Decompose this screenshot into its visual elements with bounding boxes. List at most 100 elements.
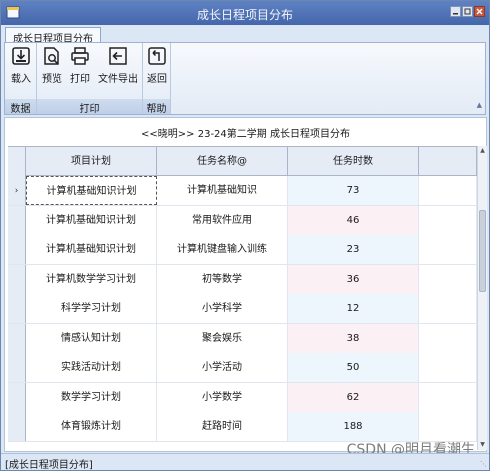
row-header[interactable] (8, 294, 26, 323)
row-header[interactable] (8, 235, 26, 264)
row-header[interactable] (8, 382, 26, 412)
preview-icon (44, 47, 59, 65)
current-row-indicator-icon: › (14, 186, 19, 196)
cell-task[interactable]: 初等数学 (157, 264, 288, 294)
scroll-up-icon[interactable]: ▲ (478, 146, 487, 156)
load-label: 载入 (11, 74, 31, 85)
table-row[interactable]: › 计算机基础知识计划 计算机基础知识 73 (8, 176, 477, 206)
cell-plan[interactable]: 实践活动计划 (26, 353, 157, 382)
column-header-task[interactable]: 任务名称@ (157, 147, 288, 176)
ribbon-collapse-icon[interactable]: ▲ (477, 101, 482, 109)
cell-filler (419, 176, 477, 205)
cell-hours[interactable]: 188 (288, 412, 419, 441)
vertical-scrollbar[interactable]: ▲ ▼ (477, 146, 487, 450)
group-label-data: 数据 (5, 99, 36, 115)
cell-filler (419, 294, 477, 323)
minimize-button[interactable] (450, 6, 461, 17)
printer-icon (71, 47, 89, 65)
cell-task[interactable]: 聚会娱乐 (157, 323, 288, 353)
cell-hours[interactable]: 46 (288, 205, 419, 235)
status-text: [成长日程项目分布] (5, 460, 93, 471)
cell-hours[interactable]: 62 (288, 382, 419, 412)
report-panel: <<晓明>> 23-24第二学期 成长日程项目分布 项目计划 任务名称@ 任务时… (4, 117, 487, 452)
cell-task[interactable]: 小学活动 (157, 353, 288, 382)
status-bar: [成长日程项目分布] ⋱ (1, 453, 489, 471)
row-header[interactable] (8, 353, 26, 382)
ribbon: 载入 数据 预览 打印 文件导出 打印 返回 帮助 ▲ (4, 42, 486, 115)
resize-grip-icon[interactable]: ⋱ (480, 460, 487, 468)
column-header-hours[interactable]: 任务时数 (288, 147, 419, 176)
cell-hours[interactable]: 36 (288, 264, 419, 294)
table-row[interactable]: 情感认知计划 聚会娱乐 38 (8, 323, 477, 353)
table-row[interactable]: 计算机基础知识计划 常用软件应用 46 (8, 205, 477, 235)
return-button[interactable]: 返回 (145, 46, 169, 90)
close-icon (476, 8, 483, 15)
column-header-plan[interactable]: 项目计划 (26, 147, 157, 176)
row-header[interactable] (8, 264, 26, 294)
table-row[interactable]: 体育锻炼计划 赶路时间 188 (8, 412, 477, 442)
cell-plan[interactable]: 科学学习计划 (26, 294, 157, 323)
cell-plan[interactable]: 计算机基础知识计划 (26, 205, 157, 235)
ribbon-group-help: 返回 帮助 (143, 43, 171, 115)
row-header[interactable]: › (8, 176, 26, 205)
maximize-button[interactable] (462, 6, 473, 17)
export-label: 文件导出 (98, 74, 138, 85)
export-button[interactable]: 文件导出 (95, 46, 141, 90)
preview-button[interactable]: 预览 (40, 46, 64, 90)
table-row[interactable]: 计算机数学学习计划 初等数学 36 (8, 264, 477, 294)
cell-hours[interactable]: 23 (288, 235, 419, 264)
cell-task[interactable]: 常用软件应用 (157, 205, 288, 235)
cell-filler (419, 412, 477, 441)
cell-task[interactable]: 赶路时间 (157, 412, 288, 441)
column-header-filler (419, 147, 477, 176)
cell-task[interactable]: 计算机基础知识 (157, 176, 288, 205)
title-bar[interactable]: 成长日程项目分布 (1, 1, 489, 25)
cell-filler (419, 264, 477, 294)
scroll-down-icon[interactable]: ▼ (478, 440, 487, 450)
cell-filler (419, 353, 477, 382)
cell-hours[interactable]: 73 (288, 176, 419, 205)
group-label-help: 帮助 (143, 99, 170, 115)
data-grid: 项目计划 任务名称@ 任务时数 › 计算机基础知识计划 计算机基础知识 73 计… (8, 146, 477, 450)
window-title: 成长日程项目分布 (196, 8, 293, 22)
cell-plan[interactable]: 计算机基础知识计划 (26, 235, 157, 264)
cell-hours[interactable]: 50 (288, 353, 419, 382)
close-button[interactable] (474, 6, 485, 17)
export-icon (109, 47, 127, 65)
ribbon-group-data: 载入 数据 (5, 43, 37, 115)
row-header[interactable] (8, 323, 26, 353)
preview-label: 预览 (42, 74, 62, 85)
header-corner[interactable] (8, 147, 26, 176)
minimize-icon (453, 13, 458, 15)
cell-plan[interactable]: 情感认知计划 (26, 323, 157, 353)
cell-plan[interactable]: 体育锻炼计划 (26, 412, 157, 441)
ribbon-group-print: 预览 打印 文件导出 打印 (37, 43, 143, 115)
cell-task[interactable]: 计算机键盘输入训练 (157, 235, 288, 264)
cell-task[interactable]: 小学科学 (157, 294, 288, 323)
cell-plan[interactable]: 计算机基础知识计划 (26, 176, 157, 205)
table-row[interactable]: 计算机基础知识计划 计算机键盘输入训练 23 (8, 235, 477, 265)
cell-filler (419, 323, 477, 353)
scroll-thumb[interactable] (479, 210, 486, 292)
cell-hours[interactable]: 38 (288, 323, 419, 353)
cell-plan[interactable]: 数学学习计划 (26, 382, 157, 412)
tab-schedule[interactable]: 成长日程项目分布 (5, 27, 101, 45)
table-row[interactable]: 实践活动计划 小学活动 50 (8, 353, 477, 383)
cell-hours[interactable]: 12 (288, 294, 419, 323)
table-row[interactable]: 科学学习计划 小学科学 12 (8, 294, 477, 324)
print-button[interactable]: 打印 (67, 46, 93, 90)
maximize-icon (464, 8, 471, 15)
row-header[interactable] (8, 205, 26, 235)
app-window: 成长日程项目分布 成长日程项目分布 载入 数据 预览 打印 文件导出 打印 返回… (0, 0, 490, 471)
cell-task[interactable]: 小学数学 (157, 382, 288, 412)
row-header[interactable] (8, 412, 26, 441)
cell-plan[interactable]: 计算机数学学习计划 (26, 264, 157, 294)
cell-filler (419, 205, 477, 235)
table-row[interactable]: 数学学习计划 小学数学 62 (8, 382, 477, 412)
cell-filler (419, 382, 477, 412)
return-label: 返回 (147, 74, 167, 85)
return-icon (148, 47, 166, 65)
load-button[interactable]: 载入 (7, 46, 35, 90)
ribbon-tab-strip: 成长日程项目分布 (1, 25, 489, 45)
print-label: 打印 (70, 74, 90, 85)
